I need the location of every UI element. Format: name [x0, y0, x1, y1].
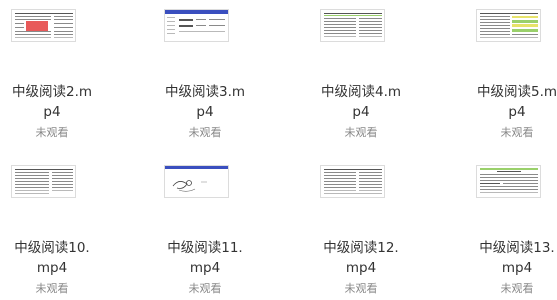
video-thumbnail-icon[interactable]	[164, 9, 229, 42]
file-name-line2: mp4	[36, 260, 68, 276]
video-file-grid: 中级阅读2.m p4 未观看 中级阅读3.m p4 未观看 中级阅读4.m p4…	[0, 0, 557, 300]
video-thumbnail-icon[interactable]	[11, 9, 76, 42]
file-name-line1: 中级阅读12.	[323, 240, 399, 256]
video-file-tile[interactable]: 中级阅读12. mp4 未观看	[306, 156, 416, 295]
watch-status: 未观看	[35, 126, 69, 139]
video-file-tile[interactable]: 中级阅读2.m p4 未观看	[0, 0, 107, 139]
file-name-line2: mp4	[501, 260, 533, 276]
file-name[interactable]: 中级阅读3.m p4	[150, 82, 260, 122]
watch-status: 未观看	[344, 126, 378, 139]
video-thumbnail-icon[interactable]	[476, 165, 541, 198]
file-name-line2: p4	[43, 104, 61, 120]
file-name[interactable]: 中级阅读12. mp4	[306, 238, 416, 278]
watch-status: 未观看	[35, 282, 69, 295]
file-name-line1: 中级阅读3.m	[164, 84, 246, 100]
video-thumbnail-icon[interactable]	[164, 165, 229, 198]
watch-status: 未观看	[500, 126, 534, 139]
video-file-tile[interactable]: 中级阅读5.m p4 未观看	[462, 0, 557, 139]
video-file-tile[interactable]: 中级阅读11. mp4 未观看	[150, 156, 260, 295]
watch-status: 未观看	[188, 126, 222, 139]
video-file-tile[interactable]: 中级阅读10. mp4 未观看	[0, 156, 107, 295]
file-name[interactable]: 中级阅读13. mp4	[462, 238, 557, 278]
video-file-tile[interactable]: 中级阅读3.m p4 未观看	[150, 0, 260, 139]
file-name[interactable]: 中级阅读10. mp4	[0, 238, 107, 278]
file-name[interactable]: 中级阅读4.m p4	[306, 82, 416, 122]
file-name-line1: 中级阅读11.	[167, 240, 243, 256]
file-name-line1: 中级阅读5.m	[476, 84, 557, 100]
file-name-line2: p4	[508, 104, 526, 120]
file-name-line1: 中级阅读10.	[14, 240, 90, 256]
file-name-line2: p4	[196, 104, 214, 120]
video-file-tile[interactable]: 中级阅读13. mp4 未观看	[462, 156, 557, 295]
file-name-line1: 中级阅读4.m	[320, 84, 402, 100]
file-name-line2: mp4	[345, 260, 377, 276]
file-name-line1: 中级阅读2.m	[11, 84, 93, 100]
video-thumbnail-icon[interactable]	[320, 165, 385, 198]
file-name[interactable]: 中级阅读11. mp4	[150, 238, 260, 278]
video-thumbnail-icon[interactable]	[476, 9, 541, 42]
file-name-line2: mp4	[189, 260, 221, 276]
file-name-line2: p4	[352, 104, 370, 120]
watch-status: 未观看	[500, 282, 534, 295]
video-thumbnail-icon[interactable]	[320, 9, 385, 42]
watch-status: 未观看	[344, 282, 378, 295]
file-name[interactable]: 中级阅读2.m p4	[0, 82, 107, 122]
file-name[interactable]: 中级阅读5.m p4	[462, 82, 557, 122]
video-thumbnail-icon[interactable]	[11, 165, 76, 198]
video-file-tile[interactable]: 中级阅读4.m p4 未观看	[306, 0, 416, 139]
file-name-line1: 中级阅读13.	[479, 240, 555, 256]
watch-status: 未观看	[188, 282, 222, 295]
